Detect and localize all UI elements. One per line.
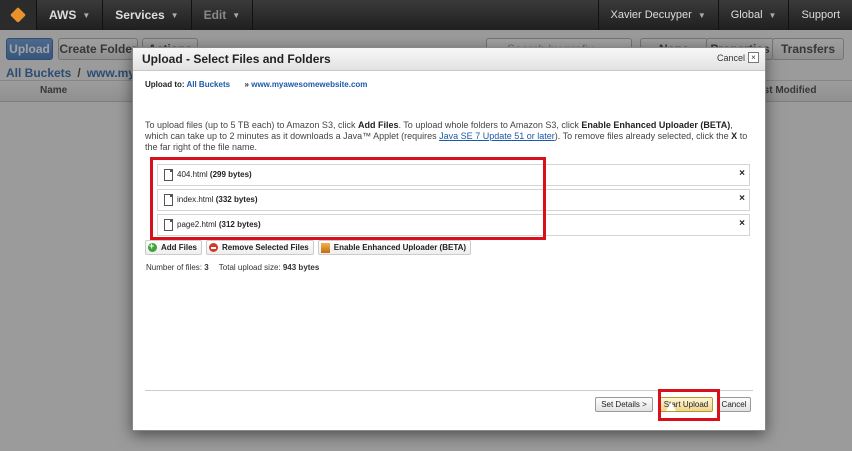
nav-aws-menu[interactable]: AWS ▼ [37, 0, 104, 30]
nav-right-group: Xavier Decuyper ▼ Global ▼ Support [597, 0, 852, 30]
upload-to-separator: » [244, 80, 249, 89]
nav-user-menu[interactable]: Xavier Decuyper ▼ [597, 0, 718, 30]
aws-cube-icon [10, 7, 26, 23]
nav-user-label: Xavier Decuyper [610, 9, 692, 21]
chevron-down-icon: ▼ [768, 10, 777, 20]
nav-services-menu[interactable]: Services ▼ [103, 0, 192, 30]
nav-services-label: Services [115, 8, 165, 22]
nav-aws-label: AWS [49, 8, 77, 22]
total-size-label: Total upload size: [218, 263, 281, 272]
top-nav-bar: AWS ▼ Services ▼ Edit ▼ Xavier Decuyper … [0, 0, 852, 30]
nav-region-menu[interactable]: Global ▼ [717, 0, 789, 30]
remove-selected-files-button[interactable]: Remove Selected Files [206, 240, 314, 255]
upload-destination: Upload to: All Buckets » www.myawesomewe… [145, 80, 367, 89]
remove-selected-label: Remove Selected Files [222, 243, 309, 252]
cancel-button[interactable]: Cancel [717, 397, 751, 412]
upload-to-root-link[interactable]: All Buckets [186, 80, 230, 89]
dialog-title: Upload - Select Files and Folders [142, 52, 331, 66]
dialog-cancel-link[interactable]: Cancel × [717, 52, 759, 63]
enhanced-uploader-label: Enable Enhanced Uploader (BETA) [333, 243, 467, 252]
nav-edit-label: Edit [203, 8, 227, 22]
nav-region-label: Global [730, 9, 763, 21]
upload-to-label: Upload to: [145, 80, 185, 89]
file-count-value: 3 [204, 263, 209, 272]
nav-support-menu[interactable]: Support [788, 0, 852, 30]
instr-text-1: To upload files (up to 5 TB each) to Ama… [145, 120, 358, 130]
instr-text-4: ). To remove files already selected, cli… [554, 131, 732, 141]
chevron-down-icon: ▼ [82, 10, 91, 20]
file-actions-bar: Add Files Remove Selected Files Enable E… [145, 240, 472, 255]
dialog-header: Upload - Select Files and Folders Cancel… [133, 48, 765, 71]
instr-enhanced: Enable Enhanced Uploader (BETA) [581, 120, 731, 130]
close-icon[interactable]: × [748, 52, 759, 63]
upload-instructions: To upload files (up to 5 TB each) to Ama… [145, 120, 757, 153]
upload-to-bucket-link[interactable]: www.myawesomewebsite.com [251, 80, 367, 89]
remove-icon [209, 243, 219, 252]
java-icon [320, 242, 330, 253]
chevron-down-icon: ▼ [697, 10, 706, 20]
file-count-label: Number of files: [146, 263, 203, 272]
instr-add-files: Add Files [357, 120, 399, 130]
add-files-button[interactable]: Add Files [145, 240, 203, 255]
enable-enhanced-uploader-button[interactable]: Enable Enhanced Uploader (BETA) [317, 240, 472, 255]
add-icon [148, 241, 157, 252]
upload-summary: Number of files: 3 Total upload size: 94… [146, 263, 327, 272]
total-size-value: 943 bytes [282, 263, 320, 272]
mouse-cursor-icon [666, 402, 676, 411]
set-details-button[interactable]: Set Details > [595, 397, 653, 412]
java-requirement-link[interactable]: Java SE 7 Update 51 or later [439, 131, 555, 141]
chevron-down-icon: ▼ [232, 10, 241, 20]
instr-text-2: . To upload whole folders to Amazon S3, … [398, 120, 582, 130]
remove-file-icon[interactable]: × [739, 168, 745, 179]
dialog-cancel-label: Cancel [716, 52, 745, 63]
remove-file-icon[interactable]: × [739, 218, 745, 229]
files-highlight-box [150, 157, 546, 240]
chevron-down-icon: ▼ [170, 10, 179, 20]
remove-file-icon[interactable]: × [739, 193, 745, 204]
aws-logo[interactable] [0, 0, 37, 30]
nav-edit-menu[interactable]: Edit ▼ [192, 0, 254, 30]
nav-support-label: Support [801, 9, 840, 21]
add-files-label: Add Files [161, 243, 198, 252]
